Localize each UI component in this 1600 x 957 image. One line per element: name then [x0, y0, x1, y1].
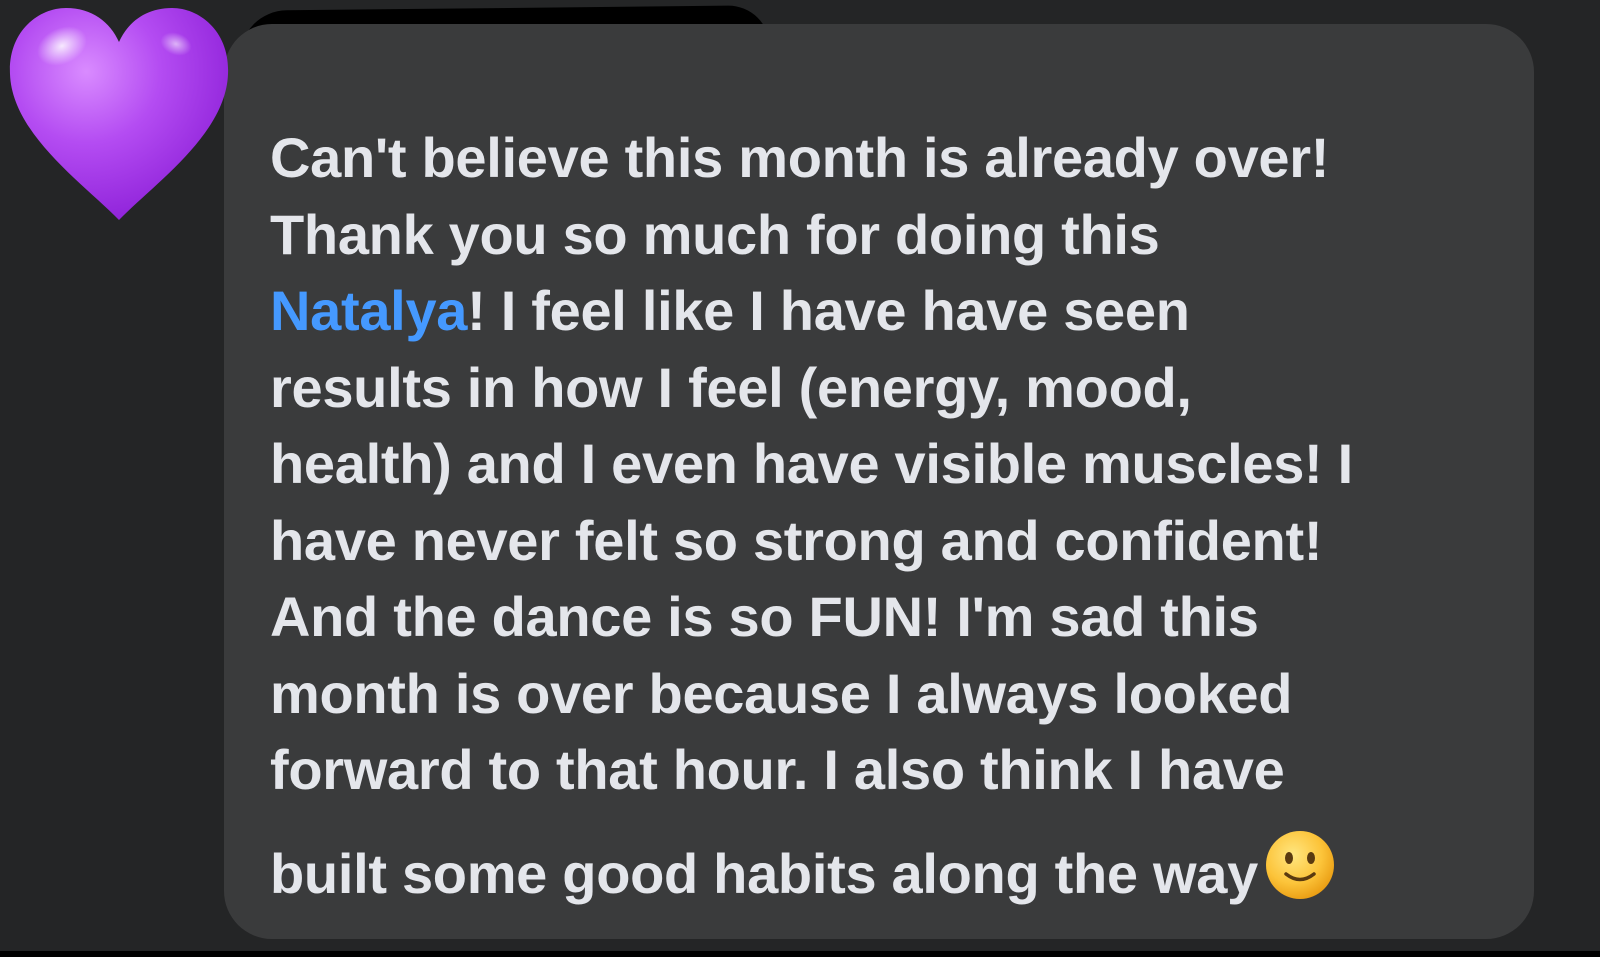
message-line: forward to that hour. I also think I hav… [270, 738, 1285, 801]
message-line: have never felt so strong and confident! [270, 508, 1323, 572]
message-line: Natalya! I feel like I have have seen [270, 273, 1520, 350]
message-line: results in how I feel (energy, mood, [270, 355, 1192, 419]
chat-screen: Can't believe this month is already over… [0, 0, 1600, 957]
message-text: Can't believe this month is already over… [270, 120, 1520, 905]
message-line-text: ! I feel like I have have seen [467, 279, 1190, 342]
message-line: Can't believe this month is already over… [270, 126, 1330, 189]
bottom-edge [0, 951, 1600, 957]
mention-link[interactable]: Natalya [270, 279, 467, 342]
message-line: month is over because I always looked [270, 661, 1293, 725]
purple-heart-icon[interactable] [4, 4, 234, 226]
message-line-text: built some good habits along the way [270, 841, 1258, 905]
slightly-smiling-face-icon [1265, 830, 1334, 899]
message-line: Thank you so much for doing this [270, 202, 1160, 266]
message-line: health) and I even have visible muscles!… [270, 432, 1353, 495]
message-bubble[interactable]: Can't believe this month is already over… [224, 24, 1534, 939]
message-line: built some good habits along the way [270, 829, 1520, 906]
message-line: And the dance is so FUN! I'm sad this [270, 585, 1259, 648]
